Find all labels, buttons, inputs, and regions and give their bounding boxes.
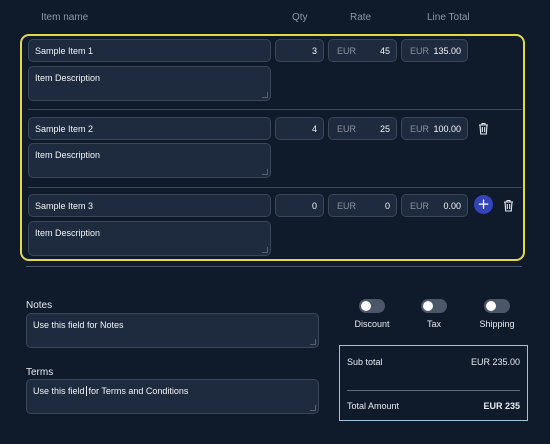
- notes-textarea[interactable]: Use this field for Notes: [26, 313, 319, 348]
- total-amount-label: Total Amount: [347, 401, 400, 411]
- item-description-textarea[interactable]: Item Description: [28, 221, 271, 256]
- resize-grip-icon[interactable]: [262, 247, 268, 253]
- terms-label: Terms: [26, 367, 54, 378]
- column-header-qty: Qty: [292, 12, 308, 23]
- notes-text: Use this field for Notes: [33, 320, 124, 330]
- item-qty-input[interactable]: 0: [275, 194, 324, 217]
- resize-grip-icon[interactable]: [262, 92, 268, 98]
- line-total-value: 135.00: [433, 45, 461, 56]
- item-divider: [28, 109, 522, 110]
- trash-icon[interactable]: [478, 122, 489, 140]
- toggle-knob: [423, 301, 433, 311]
- subtotal-label: Sub total: [347, 357, 383, 367]
- item-description-text: Item Description: [35, 228, 101, 238]
- resize-grip-icon[interactable]: [262, 169, 268, 175]
- item-line-total: EUR 100.00: [401, 117, 468, 140]
- add-item-button[interactable]: +: [474, 195, 493, 214]
- column-header-line-total: Line Total: [427, 12, 470, 23]
- item-rate-input[interactable]: EUR 25: [328, 117, 397, 140]
- item-description-text: Item Description: [35, 73, 101, 83]
- rate-value: 25: [379, 123, 390, 134]
- line-total-currency: EUR: [410, 45, 430, 56]
- line-total-currency: EUR: [410, 200, 430, 211]
- item-name-input[interactable]: Sample Item 2: [28, 117, 271, 140]
- terms-text-after-cursor: for Terms and Conditions: [88, 386, 189, 396]
- item-line-total: EUR 135.00: [401, 39, 468, 62]
- rate-currency: EUR: [337, 200, 357, 211]
- totals-divider: [347, 390, 520, 391]
- line-total-currency: EUR: [410, 123, 430, 134]
- line-total-value: 0.00: [443, 200, 461, 211]
- shipping-toggle[interactable]: [484, 299, 510, 313]
- shipping-label: Shipping: [479, 319, 515, 329]
- trash-icon[interactable]: [503, 199, 514, 217]
- plus-icon: +: [477, 195, 490, 213]
- rate-value: 0: [384, 200, 390, 211]
- item-rate-input[interactable]: EUR 45: [328, 39, 397, 62]
- toggle-knob: [486, 301, 496, 311]
- item-rate-input[interactable]: EUR 0: [328, 194, 397, 217]
- toggle-knob: [361, 301, 371, 311]
- item-qty-input[interactable]: 3: [275, 39, 324, 62]
- item-name-input[interactable]: Sample Item 3: [28, 194, 271, 217]
- item-name-input[interactable]: Sample Item 1: [28, 39, 271, 62]
- item-line-total: EUR 0.00: [401, 194, 468, 217]
- column-header-item-name: Item name: [41, 12, 89, 23]
- item-description-text: Item Description: [35, 150, 101, 160]
- rate-currency: EUR: [337, 45, 357, 56]
- rate-value: 45: [379, 45, 390, 56]
- resize-grip-icon[interactable]: [310, 339, 316, 345]
- discount-label: Discount: [354, 319, 390, 329]
- resize-grip-icon[interactable]: [310, 405, 316, 411]
- item-description-textarea[interactable]: Item Description: [28, 66, 271, 101]
- rate-currency: EUR: [337, 123, 357, 134]
- column-header-rate: Rate: [350, 12, 372, 23]
- tax-toggle[interactable]: [421, 299, 447, 313]
- discount-toggle[interactable]: [359, 299, 385, 313]
- section-divider: [26, 266, 522, 267]
- notes-label: Notes: [26, 300, 53, 311]
- subtotal-value: EUR 235.00: [470, 357, 520, 367]
- item-description-textarea[interactable]: Item Description: [28, 143, 271, 178]
- tax-label: Tax: [426, 319, 441, 329]
- terms-textarea[interactable]: Use this field for Terms and Conditions: [26, 379, 319, 414]
- item-divider: [28, 187, 522, 188]
- item-qty-input[interactable]: 4: [275, 117, 324, 140]
- terms-text-before-cursor: Use this field: [33, 386, 85, 396]
- text-cursor: [85, 386, 87, 396]
- line-total-value: 100.00: [433, 123, 461, 134]
- total-amount-value: EUR 235: [483, 401, 520, 411]
